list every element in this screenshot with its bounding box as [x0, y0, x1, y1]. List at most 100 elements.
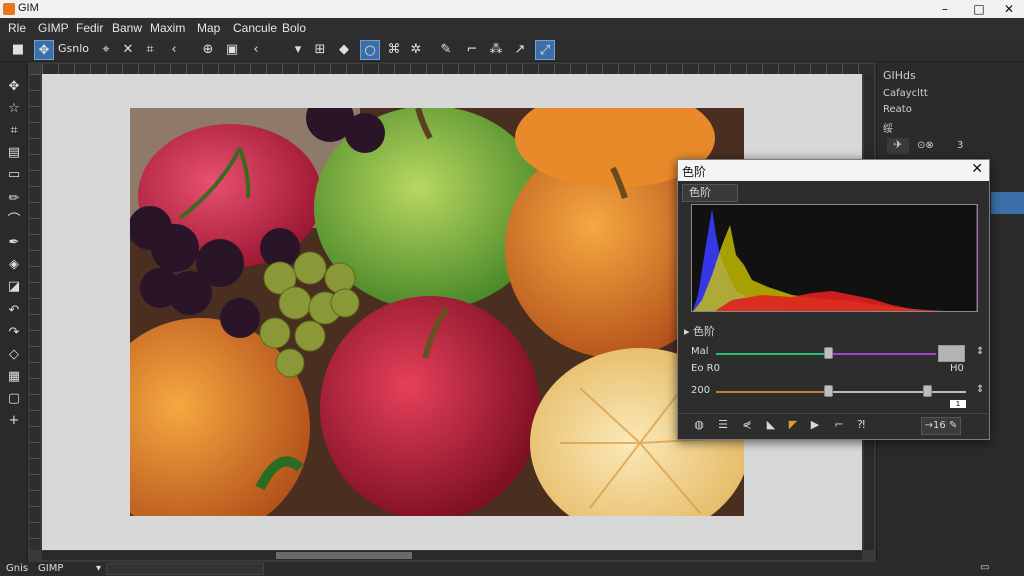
input-slider-left-track [716, 353, 826, 355]
output-levels-label: 200 [691, 385, 711, 396]
horizontal-scrollbar[interactable] [42, 551, 862, 560]
layer-icon[interactable]: ▣ [222, 40, 242, 60]
move-tool-icon[interactable]: ✥ [5, 78, 23, 96]
play-icon[interactable]: ▶ [806, 418, 824, 434]
menu-gimp[interactable]: GIMP [38, 21, 69, 35]
pointer-icon[interactable]: ■ [8, 40, 28, 60]
dock-selected-layer[interactable] [991, 192, 1024, 214]
tool-options-label: Gsnlo [58, 42, 90, 55]
window-title: GIM [18, 2, 39, 14]
dialog-tab[interactable]: 色阶 [682, 184, 738, 202]
output-slider-high-handle[interactable] [923, 385, 932, 397]
value-box[interactable]: 1 [950, 400, 966, 408]
status-dropdown-icon[interactable]: ▾ [96, 563, 101, 574]
menu-edit[interactable]: Fedir [76, 21, 103, 35]
select-tool-icon[interactable]: ▭ [5, 166, 23, 184]
menu-file[interactable]: Rle [8, 21, 26, 35]
heal-tool-icon[interactable]: ◇ [5, 346, 23, 364]
crop-tool-icon[interactable]: ⌗ [5, 122, 23, 140]
globe-icon[interactable]: ◍ [690, 418, 708, 434]
ellipse-select-icon[interactable]: ○ [360, 40, 380, 60]
eraser-tool-icon[interactable]: ◈ [5, 256, 23, 274]
shapes-icon[interactable]: ◆ [334, 40, 354, 60]
spin-arrows-icon[interactable]: ⇕ [976, 346, 984, 357]
status-unit[interactable]: Gnis [6, 563, 28, 574]
move-tool-icon[interactable]: ✥ [34, 40, 54, 60]
scatter-icon[interactable]: ⁂ [486, 40, 506, 60]
pencil-tool-icon[interactable]: ✏ [5, 190, 23, 208]
corner-icon[interactable]: ⌐ [462, 40, 482, 60]
resize-icon[interactable]: ⤢ [535, 40, 555, 60]
gimp-app-icon [3, 3, 15, 15]
clone-tool-icon[interactable]: ↷ [5, 324, 23, 342]
horizontal-ruler[interactable] [42, 64, 874, 74]
transform-icon[interactable]: ‹ [246, 40, 266, 60]
measure-tool-icon[interactable]: ▢ [5, 390, 23, 408]
menu-layer[interactable]: Map [197, 21, 220, 35]
status-app: GIMP [38, 563, 64, 574]
text-tool-icon[interactable]: ▦ [5, 368, 23, 386]
back-icon[interactable]: ⋞ [738, 418, 756, 434]
zoom-tool-icon[interactable]: + [5, 412, 23, 430]
dialog-button-row: ◍ ☰ ⋞ ◣ ◤ ▶ ⌐ ⁈ →16 ✎ [678, 413, 989, 437]
pick-icon[interactable]: ⌐ [830, 418, 848, 434]
input-levels-label: Mal [691, 346, 709, 357]
status-field[interactable] [106, 563, 264, 575]
toolbox: ✥ ☆ ⌗ ▤ ▭ ✏ ⌒ ✒ ◈ ◪ ↶ ↷ ◇ ▦ ▢ + [0, 62, 28, 562]
path-icon[interactable]: ‹ [164, 40, 184, 60]
fill-tool-icon[interactable]: ◪ [5, 278, 23, 296]
color-swatch[interactable] [938, 345, 965, 362]
close-button[interactable]: ✕ [994, 0, 1024, 18]
arrow-icon[interactable]: ↗ [510, 40, 530, 60]
crossed-tool-icon[interactable]: ✕ [118, 40, 138, 60]
dropdown-chevron-icon[interactable]: ▾ [288, 40, 308, 60]
levels-dialog: 色阶 ✕ 色阶 ▸ 色阶 Mal ⇕ Eo R0 H0 200 ⇕ 1 ◍ ☰ … [677, 159, 990, 440]
sparkle-icon[interactable]: ✲ [406, 40, 426, 60]
menu-colors[interactable]: Cancule [233, 21, 277, 35]
menu-image[interactable]: Maxim [150, 21, 185, 35]
lines-icon[interactable]: ☰ [714, 418, 732, 434]
star-tool-icon[interactable]: ☆ [5, 100, 23, 118]
dock-item-2[interactable]: Reato [883, 104, 912, 115]
vertical-ruler[interactable] [30, 74, 40, 550]
menu-bar: Rle GIMP Fedir Banw Maxim Map Cancule Bo… [0, 18, 1024, 38]
maximize-button[interactable]: □ [964, 0, 994, 18]
grid-icon[interactable]: ⊞ [310, 40, 330, 60]
crop-icon[interactable]: ⌗ [140, 40, 160, 60]
spin-arrows-icon-2[interactable]: ⇕ [976, 384, 984, 395]
menu-view[interactable]: Banw [112, 21, 142, 35]
bucket-icon[interactable]: ⊕ [198, 40, 218, 60]
ink-tool-icon[interactable]: ✒ [5, 234, 23, 252]
minimize-button[interactable]: – [930, 0, 960, 18]
levels-section-label[interactable]: ▸ 色阶 [684, 323, 715, 339]
layer-tool-icon[interactable]: ▤ [5, 144, 23, 162]
dialog-title: 色阶 [682, 165, 707, 179]
status-nav-icon[interactable]: ▭ [980, 562, 989, 573]
dock-item-3[interactable]: 绥 [883, 120, 893, 135]
channel-range-label: Eo R0 [691, 363, 720, 374]
menu-tools[interactable]: Bolo [282, 21, 306, 35]
output-slider-low-handle[interactable] [824, 385, 833, 397]
input-slider-right-track [826, 353, 936, 355]
status-bar: Gnis GIMP ▾ ▭ [0, 562, 1024, 576]
scroll-thumb[interactable] [276, 552, 412, 559]
dialog-title-bar: 色阶 ✕ [678, 160, 989, 181]
input-slider-handle[interactable] [824, 347, 833, 359]
dock-number: 3 [957, 140, 964, 151]
fuzzy-select-icon[interactable]: ⌘ [384, 40, 404, 60]
curve-icon[interactable]: ◣ [762, 418, 780, 434]
dialog-action-button[interactable]: →16 ✎ [921, 417, 961, 435]
smudge-tool-icon[interactable]: ↶ [5, 302, 23, 320]
dock-title: GIHds [883, 69, 916, 82]
dock-mode-icon[interactable]: ⊙⊗ [917, 140, 934, 151]
brush-icon[interactable]: ✎ [436, 40, 456, 60]
dock-tool-icon[interactable]: ✈ [887, 138, 909, 154]
dock-item-1[interactable]: Cafaycltt [883, 88, 928, 99]
paintbrush-tool-icon[interactable]: ⌒ [5, 212, 23, 230]
dialog-close-icon[interactable]: ✕ [971, 161, 983, 177]
eyedropper-icon[interactable]: ◤ [784, 418, 802, 434]
fruit-photo[interactable] [130, 108, 744, 516]
lasso-icon[interactable]: ⌖ [96, 40, 116, 60]
pencil-icon: ✎ [948, 420, 958, 431]
settings-icon[interactable]: ⁈ [852, 418, 870, 434]
